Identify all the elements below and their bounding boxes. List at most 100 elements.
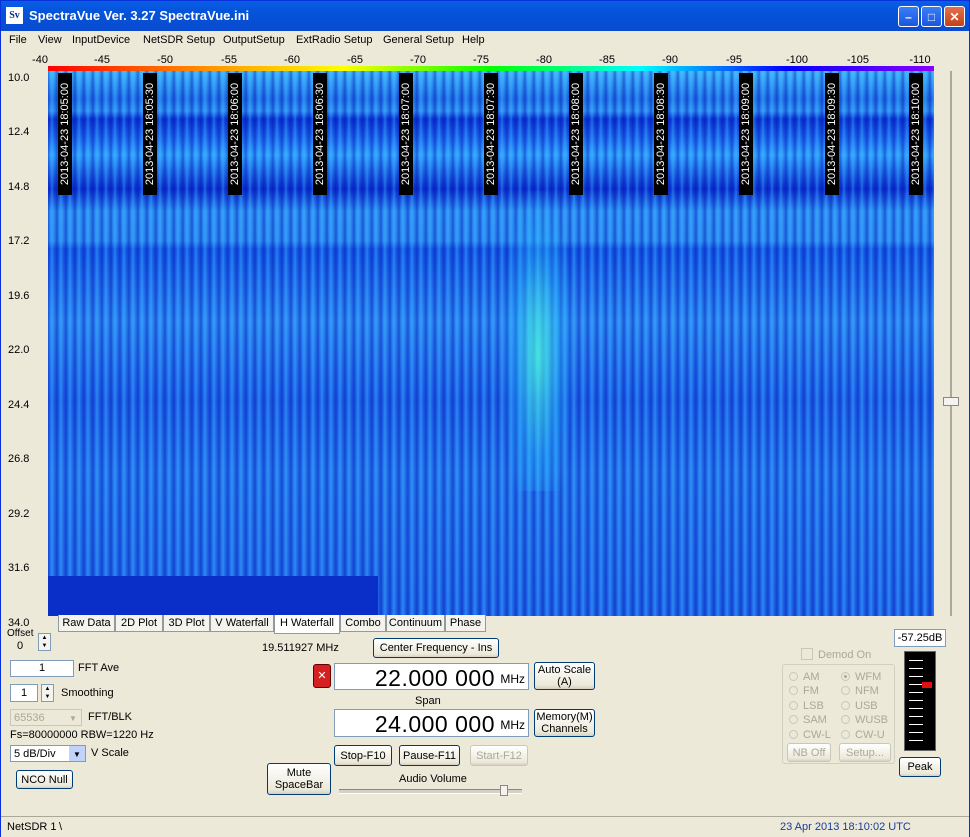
- radio-cw-u[interactable]: CW-U: [841, 729, 885, 741]
- nco-null-button[interactable]: NCO Null: [16, 770, 73, 789]
- span-label: Span: [415, 695, 441, 707]
- menu-bar: File View InputDevice NetSDR Setup Outpu…: [1, 31, 969, 49]
- radio-icon: [789, 730, 798, 739]
- span-display[interactable]: 24.000 000 MHz: [334, 709, 529, 737]
- stop-button[interactable]: Stop-F10: [334, 745, 392, 766]
- tab-phase[interactable]: Phase: [445, 615, 486, 632]
- span-unit: MHz: [500, 718, 525, 732]
- tab-h-waterfall[interactable]: H Waterfall: [274, 615, 340, 634]
- smoothing-input[interactable]: 1: [10, 684, 38, 702]
- fft-ave-input[interactable]: 1: [10, 660, 74, 677]
- minimize-button[interactable]: –: [898, 6, 919, 27]
- smoothing-spinner[interactable]: ▲ ▼: [41, 684, 54, 702]
- radio-nfm[interactable]: NFM: [841, 685, 879, 697]
- timestamp-label: 2013-04-23 18:06:00: [228, 73, 242, 195]
- span-value: 24.000 000: [374, 711, 495, 737]
- db-tick: -65: [347, 54, 363, 66]
- peak-level-display: -57.25dB: [894, 629, 946, 647]
- radio-sam[interactable]: SAM: [789, 714, 827, 726]
- nb-off-button[interactable]: NB Off: [787, 743, 831, 762]
- radio-usb[interactable]: USB: [841, 700, 878, 712]
- meter-level-indicator: [922, 682, 932, 688]
- db-tick: -110: [909, 54, 931, 66]
- menu-outputsetup[interactable]: OutputSetup: [223, 34, 285, 46]
- menu-general-setup[interactable]: General Setup: [383, 34, 454, 46]
- db-tick: -100: [785, 54, 809, 66]
- tab-3d-plot[interactable]: 3D Plot: [163, 615, 210, 632]
- tab-combo[interactable]: Combo: [340, 615, 386, 632]
- radio-wfm[interactable]: WFM: [841, 671, 881, 683]
- spin-up-icon: ▲: [41, 635, 48, 641]
- setup-button[interactable]: Setup...: [839, 743, 891, 762]
- timestamp-label: 2013-04-23 18:09:00: [739, 73, 753, 195]
- low-signal-region: [48, 576, 378, 616]
- peak-button[interactable]: Peak: [899, 757, 941, 777]
- menu-inputdevice[interactable]: InputDevice: [72, 34, 130, 46]
- menu-help[interactable]: Help: [462, 34, 485, 46]
- freq-tick: 31.6: [8, 562, 30, 574]
- signal-trace: [503, 191, 573, 491]
- signal-level-meter: [904, 651, 936, 751]
- fft-ave-label: FFT Ave: [78, 662, 120, 674]
- title-bar[interactable]: Sv SpectraVue Ver. 3.27 SpectraVue.ini –…: [1, 1, 969, 31]
- slider-thumb[interactable]: [943, 397, 959, 406]
- radio-am[interactable]: AM: [789, 671, 820, 683]
- close-button[interactable]: ✕: [944, 6, 965, 27]
- start-button[interactable]: Start-F12: [470, 745, 528, 766]
- maximize-button[interactable]: □: [921, 6, 942, 27]
- center-frequency-button[interactable]: Center Frequency - Ins: [373, 638, 499, 658]
- status-device: NetSDR 1: [7, 821, 57, 833]
- radio-fm[interactable]: FM: [789, 685, 819, 697]
- center-frequency-display[interactable]: 22.000 000 MHz: [334, 663, 529, 691]
- menu-view[interactable]: View: [38, 34, 62, 46]
- timestamp-label: 2013-04-23 18:05:00: [58, 73, 72, 195]
- radio-icon: [789, 715, 798, 724]
- freq-tick: 19.6: [8, 290, 30, 302]
- vscale-select[interactable]: 5 dB/Div ▼: [10, 745, 86, 762]
- offset-value: 0: [17, 640, 24, 652]
- demod-on-checkbox[interactable]: Demod On: [801, 648, 871, 661]
- tab-continuum[interactable]: Continuum: [386, 615, 445, 632]
- db-tick: -90: [662, 54, 678, 66]
- record-button[interactable]: ✕: [313, 664, 331, 688]
- vscale-label: V Scale: [91, 747, 129, 759]
- timestamp-label: 2013-04-23 18:07:00: [399, 73, 413, 195]
- db-tick: -75: [473, 54, 489, 66]
- menu-file[interactable]: File: [9, 34, 27, 46]
- maximize-icon: □: [927, 10, 936, 24]
- pause-button[interactable]: Pause-F11: [399, 745, 460, 766]
- tab-raw-data[interactable]: Raw Data: [58, 615, 115, 632]
- checkbox-icon: [801, 648, 813, 660]
- fft-blk-select[interactable]: 65536 ▼: [10, 709, 82, 726]
- radio-icon: [841, 715, 850, 724]
- radio-icon: [841, 686, 850, 695]
- menu-netsdr-setup[interactable]: NetSDR Setup: [143, 34, 215, 46]
- tab-v-waterfall[interactable]: V Waterfall: [210, 615, 274, 632]
- status-bar: NetSDR 1 \ 23 Apr 2013 18:10:02 UTC: [1, 816, 969, 837]
- audio-volume-slider[interactable]: [339, 785, 522, 796]
- h-waterfall-display[interactable]: 2013-04-23 18:05:00 2013-04-23 18:05:30 …: [48, 71, 934, 616]
- dropdown-arrow-icon: ▼: [69, 746, 85, 761]
- menu-extradio-setup[interactable]: ExtRadio Setup: [296, 34, 372, 46]
- tab-2d-plot[interactable]: 2D Plot: [115, 615, 163, 632]
- radio-selected-icon: [841, 672, 850, 681]
- freq-tick: 29.2: [8, 508, 30, 520]
- minimize-icon: –: [905, 10, 912, 24]
- memory-channels-button[interactable]: Memory(M) Channels: [534, 709, 595, 737]
- radio-cw-l[interactable]: CW-L: [789, 729, 831, 741]
- timestamp-label: 2013-04-23 18:07:30: [484, 73, 498, 195]
- radio-wusb[interactable]: WUSB: [841, 714, 888, 726]
- mute-button[interactable]: Mute SpaceBar: [267, 763, 331, 795]
- freq-tick: 24.4: [8, 399, 30, 411]
- app-icon: Sv: [6, 7, 23, 24]
- vertical-offset-slider[interactable]: [941, 71, 961, 616]
- timestamp-label: 2013-04-23 18:10:00: [909, 73, 923, 195]
- offset-spinner[interactable]: ▲ ▼: [38, 633, 51, 651]
- radio-lsb[interactable]: LSB: [789, 700, 824, 712]
- auto-scale-button[interactable]: Auto Scale (A): [534, 662, 595, 690]
- fft-blk-value: 65536: [14, 712, 45, 724]
- timestamp-label: 2013-04-23 18:06:30: [313, 73, 327, 195]
- db-tick: -85: [599, 54, 615, 66]
- audio-volume-thumb[interactable]: [500, 785, 508, 796]
- freq-tick: 17.2: [8, 235, 30, 247]
